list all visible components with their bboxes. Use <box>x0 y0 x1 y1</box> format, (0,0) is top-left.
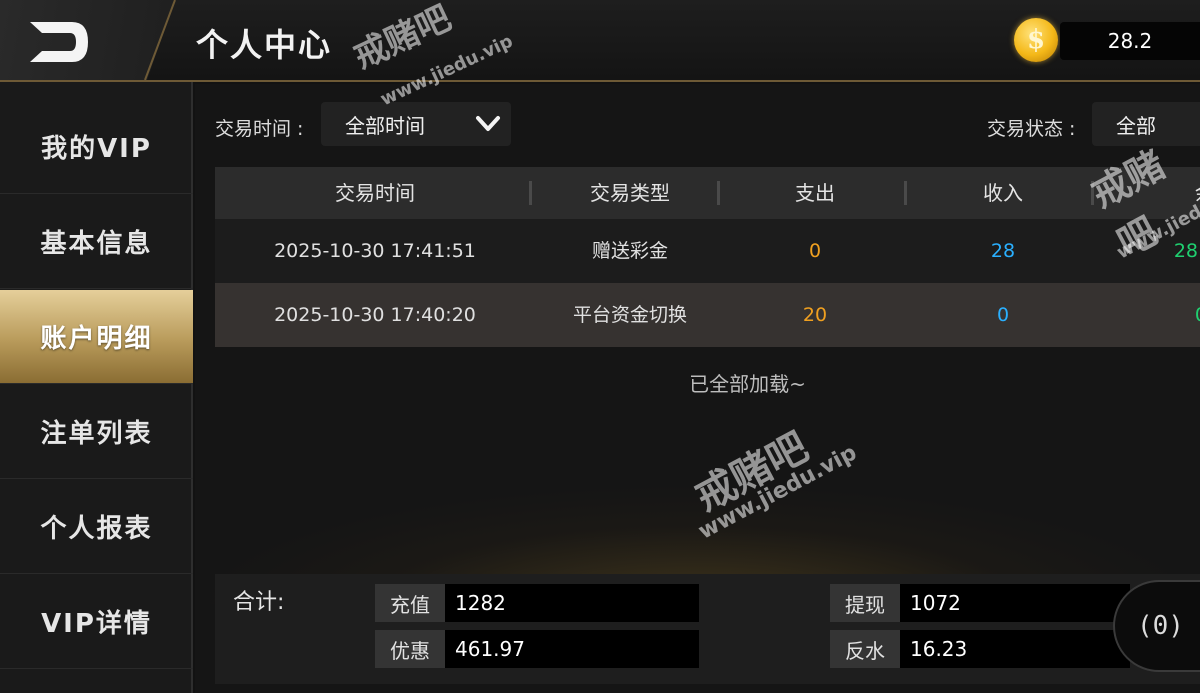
sidebar-item-account-details[interactable]: 账户明细 <box>0 290 193 384</box>
sidebar-item-vip-details[interactable]: VIP详情 <box>0 575 193 669</box>
status-filter-label: 交易状态 : <box>987 118 1076 140</box>
sidebar: 我的VIP 基本信息 账户明细 注单列表 个人报表 VIP详情 <box>0 82 193 693</box>
cell-out: 0 <box>808 240 822 262</box>
status-filter-select[interactable]: 全部 <box>1092 102 1200 146</box>
cell-time: 2025-10-30 17:41:51 <box>274 240 476 262</box>
coin-icon: $ <box>1014 18 1058 62</box>
balance-display: 28.2 <box>1060 22 1200 60</box>
sidebar-item-basic-info[interactable]: 基本信息 <box>0 195 193 289</box>
all-loaded-text: 已全部加载~ <box>689 372 806 396</box>
sidebar-item-personal-report[interactable]: 个人报表 <box>0 480 193 574</box>
header-divider <box>144 0 176 80</box>
column-header-type: 交易类型 <box>590 181 670 205</box>
status-filter-value: 全部 <box>1116 113 1156 138</box>
recharge-stat: 充值 1282 <box>375 584 699 622</box>
totals-panel: 合计: 充值 1282 提现 1072 优惠 461.97 反水 16.23 <box>215 574 1200 684</box>
floating-service-button[interactable]: (0) <box>1113 580 1200 672</box>
column-separator <box>717 181 720 205</box>
recharge-value: 1282 <box>445 584 699 622</box>
cell-type: 赠送彩金 <box>591 240 668 262</box>
recharge-label: 充值 <box>375 584 445 622</box>
transaction-table: 交易时间 交易类型 支出 收入 余额 2025-10-30 17:41:51 赠… <box>215 167 1200 347</box>
column-header-in: 收入 <box>983 181 1023 205</box>
withdraw-label: 提现 <box>830 584 900 622</box>
column-separator <box>1091 181 1094 205</box>
chevron-down-icon <box>476 116 500 131</box>
column-separator <box>904 181 907 205</box>
table-header: 交易时间 交易类型 支出 收入 余额 <box>215 167 1200 219</box>
time-filter-select[interactable]: 全部时间 <box>321 102 511 146</box>
sidebar-item-my-vip[interactable]: 我的VIP <box>0 100 193 194</box>
rebate-value: 16.23 <box>900 630 1130 668</box>
table-row[interactable]: 2025-10-30 17:41:51 赠送彩金 0 28 28.2 <box>215 219 1200 283</box>
discount-value: 461.97 <box>445 630 699 668</box>
discount-stat: 优惠 461.97 <box>375 630 699 668</box>
cell-in: 28 <box>990 240 1016 262</box>
cell-type: 平台资金切换 <box>572 304 687 326</box>
rebate-stat: 反水 16.23 <box>830 630 1130 668</box>
table-row[interactable]: 2025-10-30 17:40:20 平台资金切换 20 0 0.2 <box>215 283 1200 347</box>
page-title: 个人中心 <box>196 26 333 64</box>
time-filter-value: 全部时间 <box>345 113 425 138</box>
column-header-balance: 余额 <box>1165 167 1200 219</box>
sidebar-item-bet-list[interactable]: 注单列表 <box>0 385 193 479</box>
rebate-label: 反水 <box>830 630 900 668</box>
withdraw-stat: 提现 1072 <box>830 584 1130 622</box>
withdraw-value: 1072 <box>900 584 1130 622</box>
cell-out: 20 <box>802 304 828 326</box>
cell-time: 2025-10-30 17:40:20 <box>274 304 476 326</box>
column-header-time: 交易时间 <box>335 181 415 205</box>
cell-balance: 28.2 <box>1173 240 1200 262</box>
cell-balance: 0.2 <box>1170 283 1200 347</box>
cell-in: 0 <box>996 304 1010 326</box>
discount-label: 优惠 <box>375 630 445 668</box>
back-icon[interactable] <box>26 20 92 64</box>
top-header: 个人中心 $ 28.2 <box>0 0 1200 82</box>
totals-title: 合计: <box>233 590 285 615</box>
column-header-out: 支出 <box>795 181 835 205</box>
main-content: 交易时间 : 全部时间 交易状态 : 全部 交易时间 交易类型 支出 收入 余额… <box>195 84 1200 693</box>
time-filter-label: 交易时间 : <box>215 118 304 140</box>
